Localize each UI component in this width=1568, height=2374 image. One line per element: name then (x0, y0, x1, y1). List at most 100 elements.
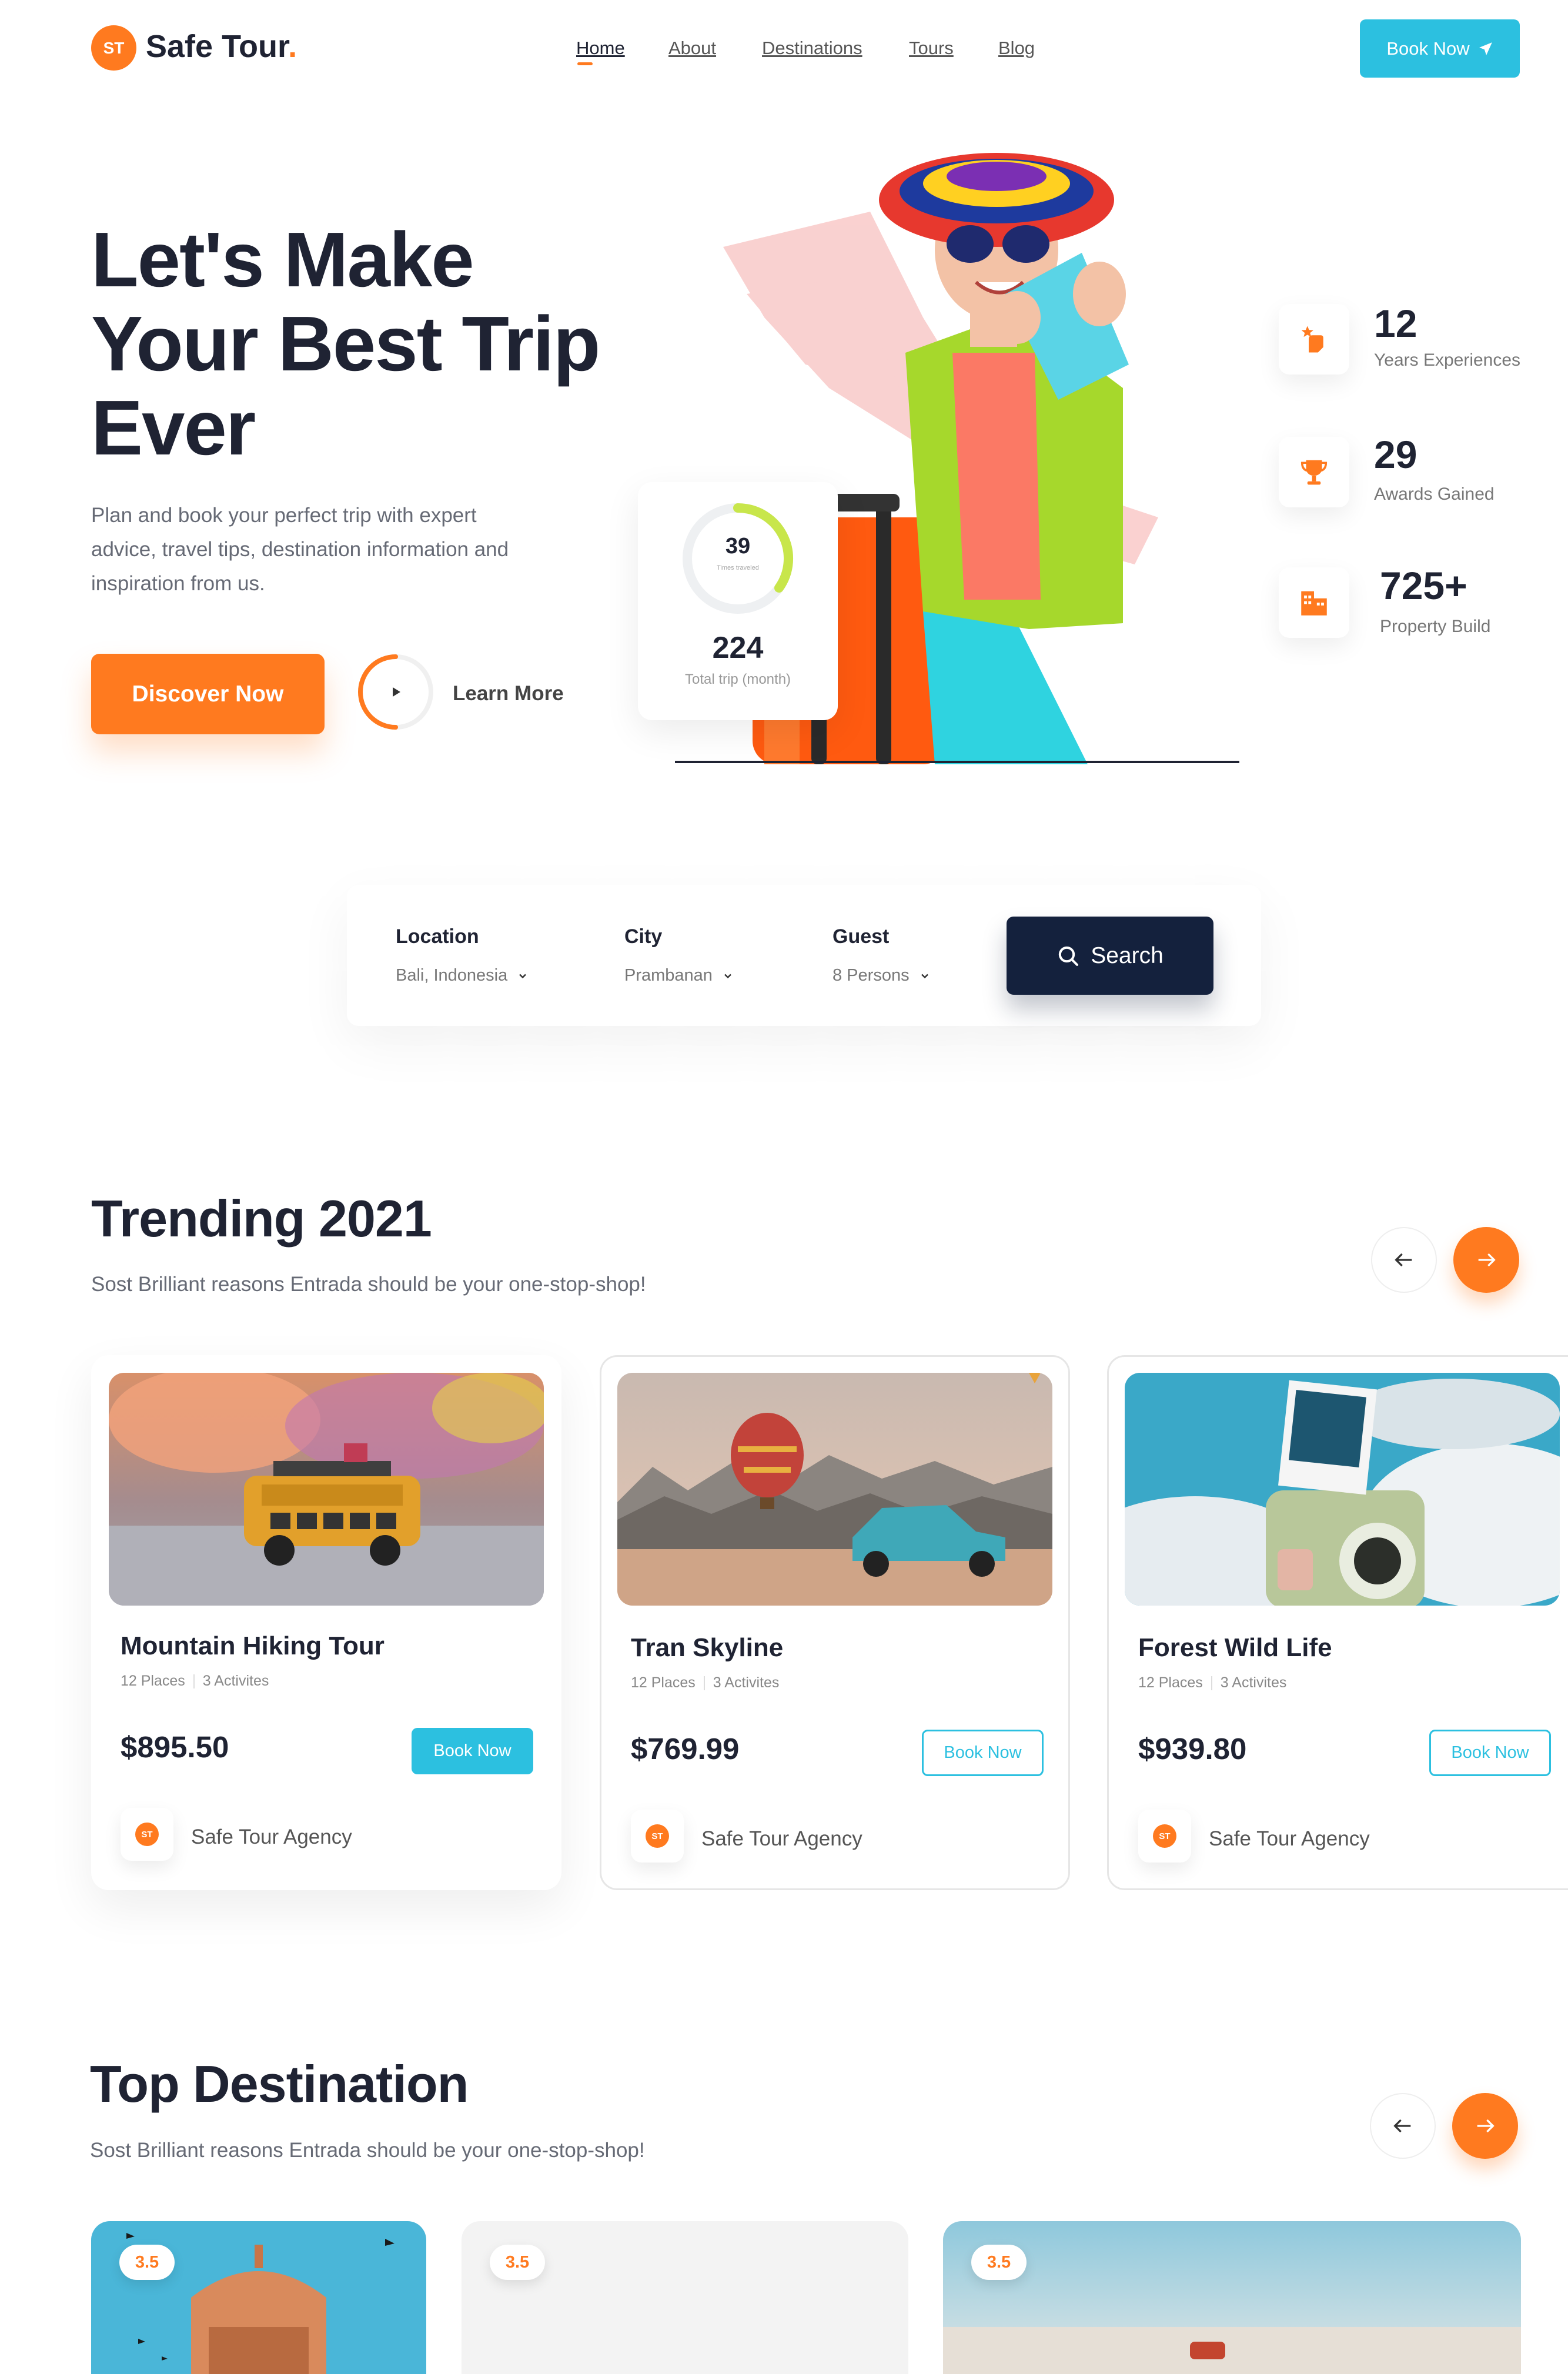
agency-avatar: ST (121, 1808, 173, 1861)
destination-card[interactable]: 3.5 (462, 2221, 908, 2374)
tour-card-meta: 12 Places 3 Activites (631, 1674, 779, 1691)
tour-card-title: Mountain Hiking Tour (121, 1631, 385, 1660)
city-select[interactable]: Prambanan (624, 966, 734, 985)
trending-prev-button[interactable] (1371, 1227, 1437, 1293)
search-icon (1059, 946, 1079, 966)
top-destination-title: Top Destination (90, 2055, 469, 2113)
agency-badge: ST (135, 1823, 159, 1846)
destination-card-image (91, 2221, 426, 2374)
tour-card-title: Tran Skyline (631, 1633, 784, 1662)
tour-card-price: $769.99 (631, 1732, 740, 1766)
logo-text[interactable]: Safe Tour. (146, 28, 297, 65)
agency-avatar: ST (631, 1810, 684, 1863)
nav-destinations[interactable]: Destinations (762, 38, 862, 59)
destination-rating-badge: 3.5 (119, 2245, 175, 2280)
stat-icon-box-experience (1279, 304, 1349, 375)
stat-label-experience: Years Experiences (1374, 350, 1521, 370)
tour-card-places: 12 Places (1138, 1674, 1203, 1691)
location-select[interactable]: Bali, Indonesia (396, 966, 529, 985)
tour-card-activities: 3 Activites (202, 1673, 269, 1689)
brand-dot: . (288, 29, 297, 64)
play-video-button[interactable] (357, 654, 434, 730)
destination-card-image (943, 2221, 1521, 2374)
location-label: Location (396, 925, 479, 948)
ring-value: 39 (725, 534, 751, 559)
stat-label-awards: Awards Gained (1374, 484, 1495, 504)
city-label: City (624, 925, 663, 948)
nav-tours[interactable]: Tours (909, 38, 954, 59)
play-ring-graphic (358, 654, 433, 730)
hero-title: Let's Make Your Best Trip Ever (91, 218, 656, 470)
nav-active-indicator (577, 62, 593, 65)
tour-card-book-button[interactable]: Book Now (412, 1728, 533, 1774)
logo-badge[interactable]: ST (91, 25, 136, 71)
agency-badge: ST (1153, 1824, 1176, 1848)
chevron-down-icon (519, 974, 527, 979)
discover-now-button[interactable]: Discover Now (91, 654, 325, 734)
tour-card-price: $895.50 (121, 1730, 229, 1764)
tour-card-price: $939.80 (1138, 1732, 1247, 1766)
hand-star-icon (1301, 326, 1323, 353)
location-value: Bali, Indonesia (396, 966, 508, 985)
trending-subtitle: Sost Brilliant reasons Entrada should be… (91, 1273, 646, 1296)
agency-avatar: ST (1138, 1810, 1191, 1863)
arrow-right-icon (1477, 2119, 1495, 2133)
paper-plane-icon (1479, 42, 1492, 55)
tour-card-book-button[interactable]: Book Now (922, 1730, 1044, 1776)
tour-card-image (109, 1373, 544, 1606)
tour-card-meta: 12 Places 3 Activites (121, 1673, 269, 1690)
tour-card[interactable]: Tran Skyline 12 Places 3 Activites $769.9… (600, 1355, 1070, 1890)
search-button[interactable]: Search (1007, 917, 1213, 995)
stat-icon-box-awards (1279, 437, 1349, 507)
guest-label: Guest (833, 925, 890, 948)
tour-card-places: 12 Places (121, 1673, 185, 1689)
guest-select[interactable]: 8 Persons (833, 966, 931, 985)
tour-card-places: 12 Places (631, 1674, 696, 1691)
tour-card[interactable]: Mountain Hiking Tour 12 Places 3 Activite… (91, 1355, 561, 1890)
building-icon (1301, 591, 1327, 616)
stat-value-experience: 12 (1374, 302, 1417, 345)
tour-card-book-button[interactable]: Book Now (1429, 1730, 1551, 1776)
destination-next-button[interactable] (1452, 2093, 1518, 2159)
arrow-left-icon (1393, 2119, 1411, 2133)
tour-card-image (1125, 1373, 1560, 1606)
stat-icon-box-property (1279, 567, 1349, 638)
hero-title-line-1: Let's Make (91, 216, 474, 303)
destination-card[interactable]: 3.5 (943, 2221, 1521, 2374)
brand-name: Safe Tour (146, 29, 289, 64)
tour-card-meta: 12 Places 3 Activites (1138, 1674, 1286, 1691)
city-value: Prambanan (624, 966, 713, 985)
tour-card-image (617, 1373, 1052, 1606)
stat-value-property: 725+ (1380, 564, 1467, 607)
trending-title: Trending 2021 (91, 1189, 432, 1248)
tour-card-agency: Safe Tour Agency (191, 1825, 352, 1848)
destination-rating-badge: 3.5 (971, 2245, 1027, 2280)
stat-label-property: Property Build (1380, 617, 1491, 636)
nav-home[interactable]: Home (576, 38, 625, 59)
nav-blog[interactable]: Blog (998, 38, 1035, 59)
chevron-down-icon (724, 974, 731, 979)
trophy-icon (1300, 460, 1328, 485)
tour-card-title: Forest Wild Life (1138, 1633, 1332, 1662)
tour-card-activities: 3 Activites (713, 1674, 780, 1691)
learn-more-link[interactable]: Learn More (453, 682, 564, 705)
hero-title-line-2: Your Best Trip (91, 300, 600, 387)
nav-about[interactable]: About (668, 38, 716, 59)
stat-value-awards: 29 (1374, 433, 1417, 476)
tour-card-agency: Safe Tour Agency (1209, 1827, 1370, 1850)
chevron-down-icon (921, 974, 928, 979)
trending-next-button[interactable] (1453, 1227, 1519, 1293)
hero-description: Plan and book your perfect trip with exp… (91, 504, 509, 595)
destination-prev-button[interactable] (1370, 2093, 1436, 2159)
tour-card[interactable]: Forest Wild Life 12 Places 3 Activites $9… (1107, 1355, 1568, 1890)
guest-value: 8 Persons (833, 966, 910, 985)
hero-title-line-3: Ever (91, 384, 256, 471)
arrow-left-icon (1395, 1253, 1412, 1267)
hero-ground-line (675, 761, 1239, 763)
arrow-right-icon (1478, 1253, 1496, 1267)
header-book-now-button[interactable]: Book Now (1360, 19, 1520, 78)
agency-badge: ST (646, 1824, 669, 1848)
trips-stat-card: 39 Times traveled 224 Total trip (month) (638, 482, 838, 720)
destination-card[interactable]: 3.5 (91, 2221, 426, 2374)
search-button-label: Search (1091, 942, 1164, 968)
